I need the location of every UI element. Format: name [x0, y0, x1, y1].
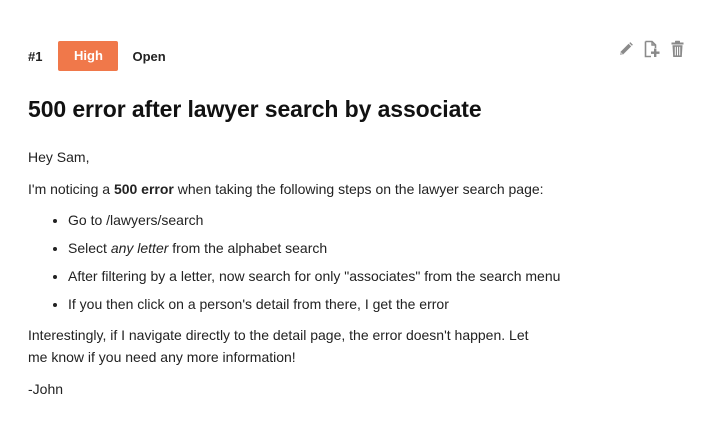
issue-detail: #1 High Open 500 error after lawyer sear… — [0, 0, 715, 433]
step-italic: any letter — [110, 240, 169, 256]
list-item: After filtering by a letter, now search … — [68, 262, 588, 290]
intro-text-end: when taking the following steps on the l… — [173, 181, 544, 197]
trash-icon[interactable] — [669, 40, 686, 58]
signature: -John — [28, 381, 64, 397]
intro-bold-error: 500 error — [113, 181, 174, 197]
status-text[interactable]: Open — [132, 49, 165, 64]
issue-number: #1 — [28, 48, 43, 64]
list-item: Select any letter from the alphabet sear… — [68, 234, 588, 262]
list-item: If you then click on a person's detail f… — [68, 290, 588, 318]
issue-title: 500 error after lawyer search by associa… — [28, 96, 482, 122]
step-text-end: from the alphabet search — [168, 240, 328, 256]
list-item: Go to /lawyers/search — [68, 206, 588, 234]
issue-actions — [617, 40, 686, 58]
intro-text-start: I'm noticing a — [28, 181, 114, 197]
issue-description: Hey Sam, I'm noticing a 500 error when t… — [28, 146, 588, 400]
greeting: Hey Sam, — [28, 149, 90, 165]
steps-list: Go to /lawyers/search Select any letter … — [28, 206, 588, 318]
issue-meta: #1 High Open — [28, 41, 166, 71]
intro-paragraph: I'm noticing a 500 error when taking the… — [28, 178, 588, 200]
pencil-icon[interactable] — [617, 40, 634, 58]
step-text-start: Select — [68, 240, 111, 256]
priority-badge[interactable]: High — [58, 41, 119, 71]
closing-paragraph: Interestingly, if I navigate directly to… — [28, 327, 529, 365]
add-page-icon[interactable] — [643, 40, 660, 58]
